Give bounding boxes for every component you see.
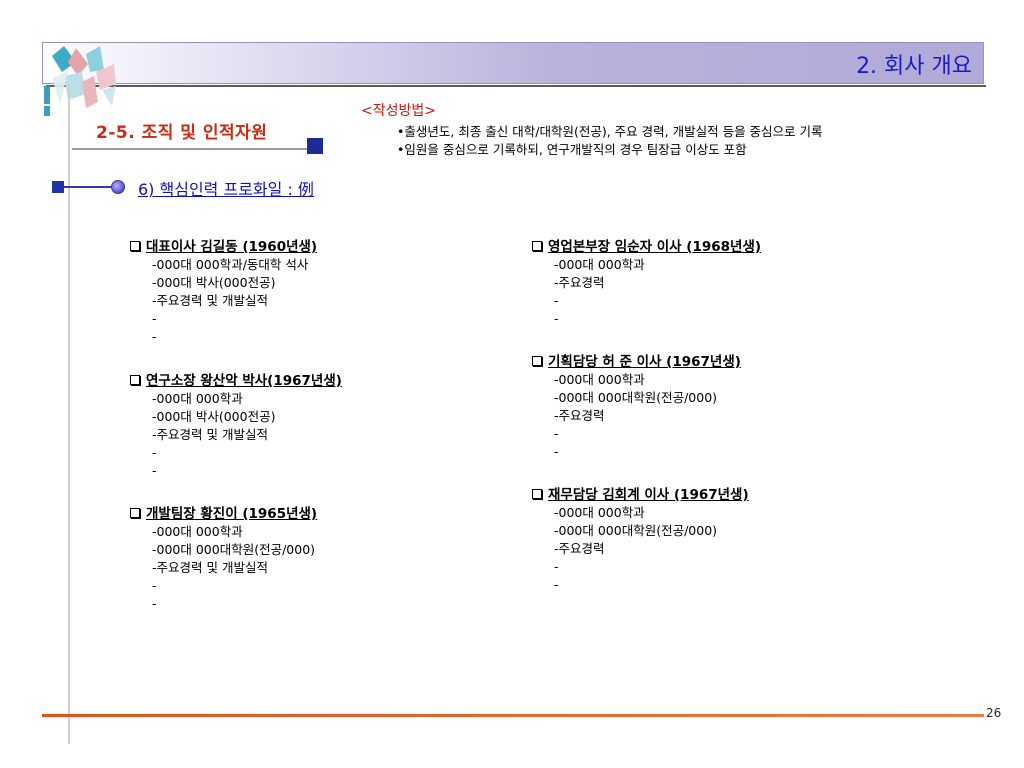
profile-line: -주요경력 (554, 541, 605, 556)
profile-line: -주요경력 및 개발실적 (152, 293, 268, 308)
method-line: •출생년도, 최종 출신 대학/대학원(전공), 주요 경력, 개발실적 등을 … (397, 124, 823, 139)
profile-card: 영업본부장 임순자 이사 (1968년생) -000대 000학과 -주요경력 … (532, 238, 761, 328)
profile-card: 대표이사 김길동 (1960년생) -000대 000학과/동대학 석사 -00… (130, 238, 317, 346)
profile-name: 재무담당 김회계 이사 (1967년생) (548, 487, 749, 503)
checkbox-icon (532, 489, 542, 499)
profile-line: - (554, 426, 559, 441)
profile-name: 대표이사 김길동 (1960년생) (146, 239, 318, 255)
profile-heading: 개발팀장 황진이 (1965년생) (130, 505, 317, 523)
method-heading: <작성방법> (361, 103, 436, 119)
profile-line: -주요경력 (554, 408, 605, 423)
profile-line: -000대 000학과 (554, 505, 645, 520)
subsection-title: 6) 핵심인력 프로화일 : 例 (138, 180, 314, 199)
profile-card: 연구소장 왕산악 박사(1967년생) -000대 000학과 -000대 박사… (130, 372, 342, 480)
checkbox-icon (130, 508, 140, 518)
profile-line: - (152, 445, 157, 460)
profile-name: 영업본부장 임순자 이사 (1968년생) (548, 239, 762, 255)
subsection-square-marker (52, 181, 64, 193)
profile-heading: 연구소장 왕산악 박사(1967년생) (130, 372, 342, 390)
page-number: 26 (986, 706, 1002, 720)
profile-line: -000대 000대학원(전공/000) (554, 390, 718, 405)
profile-line: - (554, 444, 559, 459)
profile-line: -000대 000학과 (152, 524, 243, 539)
profile-line: -주요경력 (554, 275, 605, 290)
profile-line: -000대 000대학원(전공/000) (554, 523, 718, 538)
profile-heading: 기획담당 허 준 이사 (1967년생) (532, 353, 741, 371)
profile-heading: 재무담당 김회계 이사 (1967년생) (532, 486, 749, 504)
profile-line: -000대 000학과 (554, 372, 645, 387)
profile-card: 기획담당 허 준 이사 (1967년생) -000대 000학과 -000대 0… (532, 353, 741, 461)
profile-line: -000대 000대학원(전공/000) (152, 542, 316, 557)
profile-line: -000대 000학과 (554, 257, 645, 272)
profile-line: -000대 박사(000전공) (152, 409, 276, 424)
section-title: 2-5. 조직 및 인적자원 (96, 123, 268, 143)
profile-line: - (554, 293, 559, 308)
profile-line: - (554, 577, 559, 592)
checkbox-icon (130, 375, 140, 385)
profile-line: -주요경력 및 개발실적 (152, 427, 268, 442)
section-square-marker (307, 138, 323, 154)
section-underline (72, 148, 308, 150)
profile-line: -주요경력 및 개발실적 (152, 560, 268, 575)
profile-name: 연구소장 왕산악 박사(1967년생) (146, 373, 342, 389)
profile-card: 개발팀장 황진이 (1965년생) -000대 000학과 -000대 000대… (130, 505, 317, 613)
profile-line: - (554, 311, 559, 326)
profile-line: - (152, 596, 157, 611)
profile-line: - (152, 463, 157, 478)
checkbox-icon (532, 356, 542, 366)
left-vertical-rule (68, 84, 70, 744)
profile-line: - (152, 311, 157, 326)
method-line: •임원을 중심으로 기록하되, 연구개발직의 경우 팀장급 이상도 포함 (397, 142, 747, 157)
title-bar-shadow (46, 85, 986, 87)
decorative-logo-graphic (44, 46, 116, 116)
profile-name: 기획담당 허 준 이사 (1967년생) (548, 354, 741, 370)
profile-line: -000대 000학과 (152, 391, 243, 406)
profile-line: - (152, 329, 157, 344)
footer-rule (42, 714, 984, 717)
profile-line: - (554, 559, 559, 574)
title-bar (42, 42, 984, 84)
profile-heading: 대표이사 김길동 (1960년생) (130, 238, 317, 256)
checkbox-icon (130, 241, 140, 251)
profile-name: 개발팀장 황진이 (1965년생) (146, 506, 318, 522)
profile-line: - (152, 578, 157, 593)
profile-line: -000대 000학과/동대학 석사 (152, 257, 309, 272)
subsection-connector (64, 186, 116, 188)
slide-title: 2. 회사 개요 (856, 54, 972, 79)
profile-line: -000대 박사(000전공) (152, 275, 276, 290)
profile-card: 재무담당 김회계 이사 (1967년생) -000대 000학과 -000대 0… (532, 486, 749, 594)
profile-heading: 영업본부장 임순자 이사 (1968년생) (532, 238, 761, 256)
checkbox-icon (532, 241, 542, 251)
subsection-bullet-icon (111, 180, 125, 194)
